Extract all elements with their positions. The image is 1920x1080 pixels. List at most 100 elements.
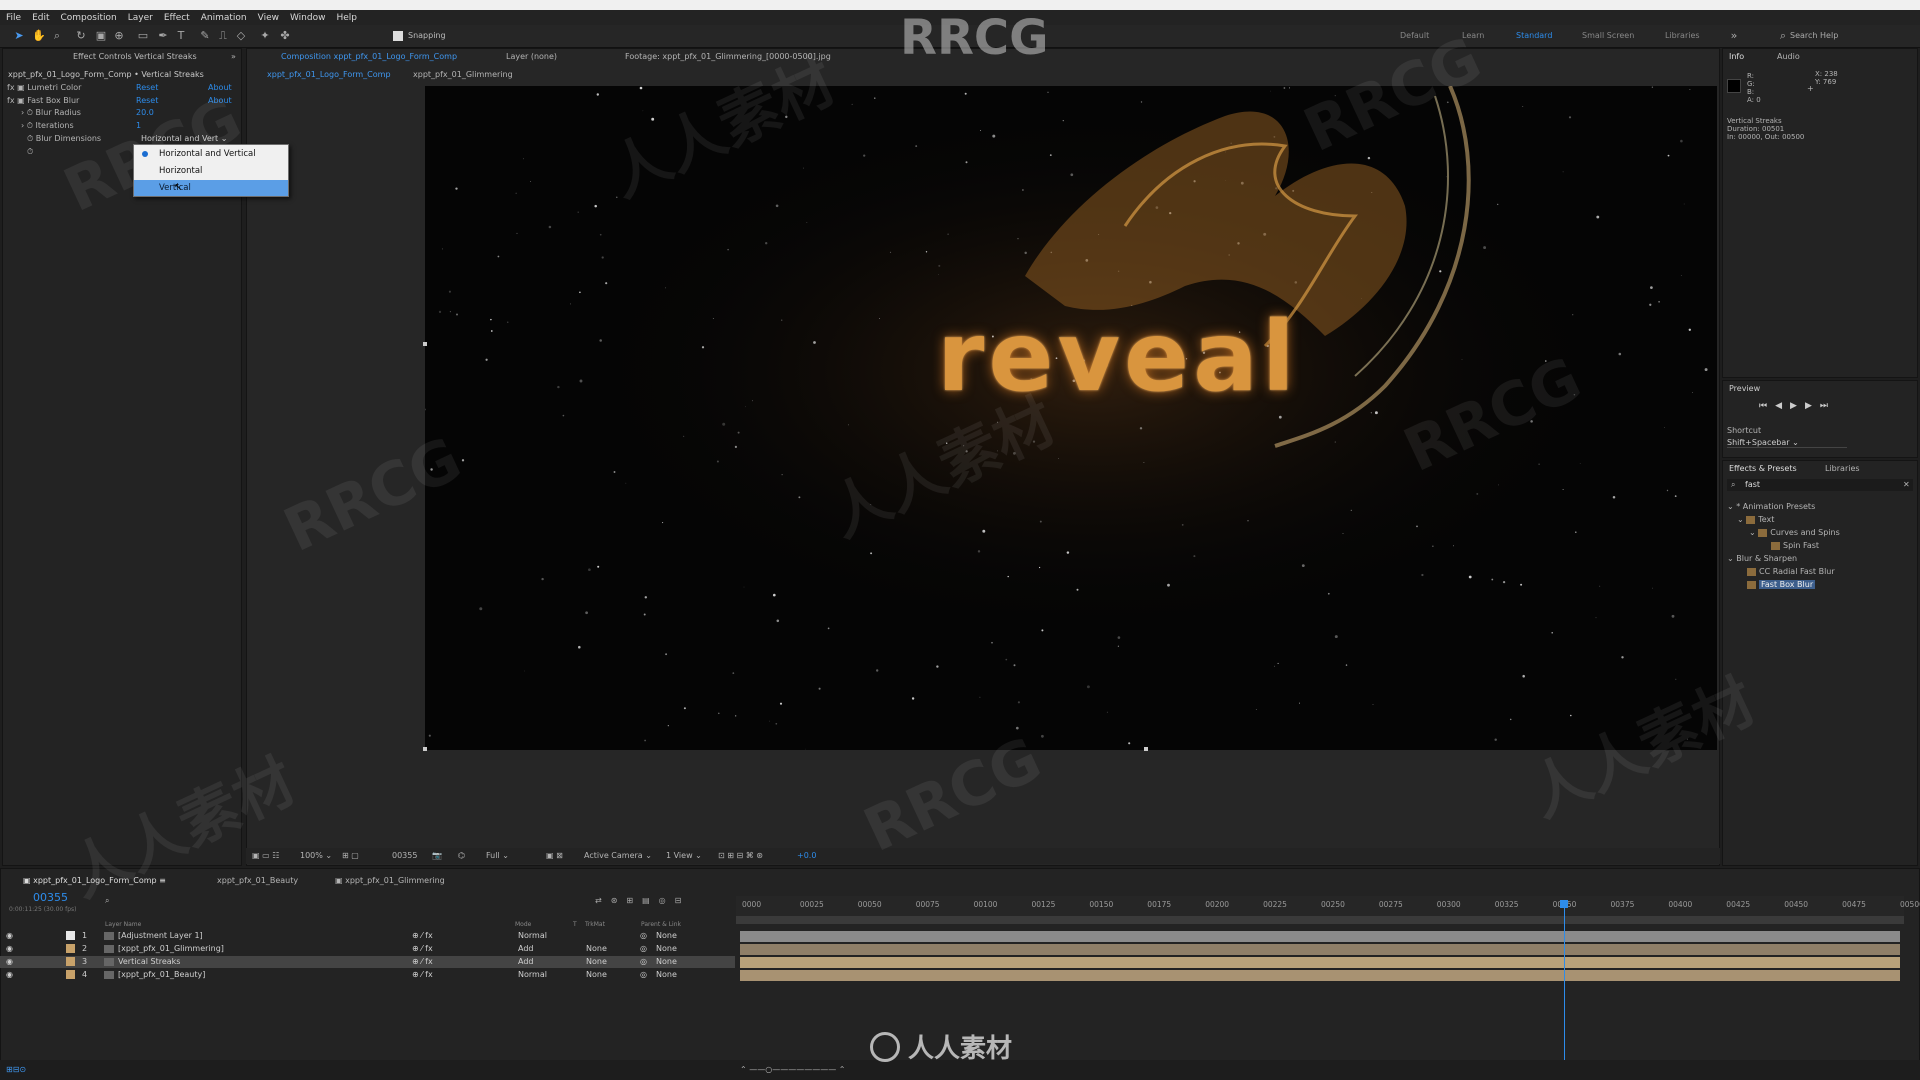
tree-item[interactable]: ⌄ Blur & Sharpen	[1727, 553, 1797, 564]
camera-tool-icon[interactable]: ▣	[94, 29, 108, 43]
playback-controls[interactable]: ⏮◀▶▶⏭	[1759, 401, 1836, 412]
timeline-current-time[interactable]: 00355	[33, 892, 68, 903]
menu-help[interactable]: Help	[336, 13, 357, 23]
layer-name[interactable]: [Adjustment Layer 1]	[118, 930, 203, 942]
workspace-default[interactable]: Default	[1400, 31, 1429, 40]
zoom-slider[interactable]: ⌃ ——○———————— ⌃	[740, 1064, 845, 1075]
layer-row[interactable]: ◉ 3 Vertical Streaks ⊕ ⁄ fx Add None ◎ None	[0, 956, 735, 968]
composition-viewer[interactable]: reveal	[425, 86, 1717, 750]
menu-animation[interactable]: Animation	[201, 13, 247, 23]
trkmat-select[interactable]: None	[586, 969, 607, 981]
trkmat-select[interactable]: None	[586, 956, 607, 968]
eye-icon[interactable]: ◉	[6, 956, 13, 968]
hand-tool-icon[interactable]: ✋	[32, 29, 46, 43]
composition-tab[interactable]: Composition xppt_pfx_01_Logo_Form_Comp	[281, 51, 457, 62]
trkmat-select[interactable]: None	[586, 943, 607, 955]
selection-tool-icon[interactable]: ➤	[12, 29, 26, 43]
about-link[interactable]: About	[208, 82, 232, 93]
blur-dimensions-select[interactable]: Horizontal and Vert ⌄	[141, 133, 227, 144]
libraries-tab[interactable]: Libraries	[1825, 463, 1860, 474]
mode-select[interactable]: Add	[518, 943, 534, 955]
tree-item[interactable]: CC Radial Fast Blur	[1747, 566, 1835, 577]
layer-row[interactable]: ◉ 1 [Adjustment Layer 1] ⊕ ⁄ fx Normal ◎ None	[0, 930, 735, 942]
pickwhip-icon[interactable]: ◎	[640, 956, 647, 968]
view-options-icons[interactable]: ⊡ ⊞ ⊟ ⌘ ⊛	[718, 850, 763, 861]
footage-tab[interactable]: Footage: xppt_pfx_01_Glimmering_[0000-05…	[625, 51, 831, 62]
layer-duration-bar[interactable]	[740, 944, 1900, 955]
eraser-tool-icon[interactable]: ◇	[234, 29, 248, 43]
layer-duration-bar[interactable]	[740, 957, 1900, 968]
dropdown-option-horizontal-and-vertical[interactable]: Horizontal and Vertical	[134, 146, 288, 162]
menu-edit[interactable]: Edit	[32, 13, 49, 23]
views-select[interactable]: 1 View ⌄	[666, 850, 702, 861]
close-icon[interactable]: ✕	[1903, 479, 1910, 490]
iterations-value[interactable]: 1	[136, 120, 141, 131]
label-color-swatch[interactable]	[66, 944, 75, 953]
effect-row-fast-box-blur[interactable]: fx ▣ Fast Box Blur	[7, 95, 79, 106]
timeline-switches-icons[interactable]: ⇄⊛⊞▤◎⊟	[595, 895, 690, 906]
fx-icon[interactable]: fx ▣	[7, 96, 27, 105]
layer-row[interactable]: ◉ 2 [xppt_pfx_01_Glimmering] ⊕ ⁄ fx Add None ◎…	[0, 943, 735, 955]
effect-row-lumetri[interactable]: fx ▣ Lumetri Color	[7, 82, 81, 93]
preview-tab[interactable]: Preview	[1729, 383, 1760, 394]
roi-icon[interactable]: ▣ ⊠	[546, 850, 563, 861]
timeline-tab-glimmering[interactable]: ▣ xppt_pfx_01_Glimmering	[335, 875, 445, 886]
playhead-handle[interactable]	[1560, 900, 1569, 908]
zoom-select[interactable]: 100% ⌄	[300, 850, 332, 861]
layer-name[interactable]: [xppt_pfx_01_Beauty]	[118, 969, 205, 981]
parent-select[interactable]: None	[656, 930, 677, 942]
layer-row[interactable]: ◉ 4 [xppt_pfx_01_Beauty] ⊕ ⁄ fx Normal None ◎ N…	[0, 969, 735, 981]
label-color-swatch[interactable]	[66, 931, 75, 940]
exposure-value[interactable]: +0.0	[797, 850, 816, 861]
menu-composition[interactable]: Composition	[61, 13, 117, 23]
repeat-edge-stopwatch-icon[interactable]: ⏱	[27, 146, 33, 157]
blur-radius-value[interactable]: 20.0	[136, 107, 154, 118]
reset-link[interactable]: Reset	[136, 95, 158, 106]
menu-effect[interactable]: Effect	[164, 13, 190, 23]
safe-areas-icon[interactable]: ⊞ ▢	[342, 850, 359, 861]
brush-tool-icon[interactable]: ✎	[198, 29, 212, 43]
tree-item[interactable]: ⌄ Text	[1737, 514, 1774, 525]
panel-menu-icon[interactable]: »	[231, 51, 236, 62]
switches-icon[interactable]: ⊕ ⁄ fx	[412, 956, 433, 968]
layer-handle[interactable]	[1144, 747, 1148, 751]
always-preview-icon[interactable]: ▣ ▭ ☷	[252, 850, 279, 861]
snapshot-icon[interactable]: 📷	[432, 850, 442, 861]
about-link[interactable]: About	[208, 95, 232, 106]
effects-presets-tab[interactable]: Effects & Presets	[1729, 463, 1797, 474]
dropdown-option-vertical[interactable]: Vertical	[134, 180, 288, 196]
pickwhip-icon[interactable]: ◎	[640, 969, 647, 981]
workspace-learn[interactable]: Learn	[1462, 31, 1484, 40]
mode-select[interactable]: Add	[518, 956, 534, 968]
fx-icon[interactable]: fx ▣	[7, 83, 27, 92]
menu-file[interactable]: File	[6, 13, 21, 23]
mode-select[interactable]: Normal	[518, 969, 547, 981]
type-tool-icon[interactable]: T	[174, 29, 188, 43]
puppet-pin-tool-icon[interactable]: ✤	[278, 29, 292, 43]
layer-duration-bar[interactable]	[740, 970, 1900, 981]
zoom-tool-icon[interactable]: ⌕	[50, 29, 64, 43]
layer-name[interactable]: Vertical Streaks	[118, 956, 180, 968]
dropdown-option-horizontal[interactable]: Horizontal	[134, 163, 288, 179]
layer-handle[interactable]	[423, 342, 427, 346]
shortcut-select[interactable]: Shift+Spacebar ⌄	[1727, 437, 1847, 448]
pickwhip-icon[interactable]: ◎	[640, 943, 647, 955]
workspace-small-screen[interactable]: Small Screen	[1582, 31, 1634, 40]
menu-layer[interactable]: Layer	[128, 13, 153, 23]
tree-item[interactable]: ⌄ * Animation Presets	[1727, 501, 1815, 512]
layer-tab[interactable]: Layer (none)	[506, 51, 557, 62]
parent-select[interactable]: None	[656, 943, 677, 955]
effects-search-input[interactable]: ⌕ fast ✕	[1727, 479, 1913, 491]
workspace-standard[interactable]: Standard	[1516, 31, 1552, 40]
eye-icon[interactable]: ◉	[6, 930, 13, 942]
eye-icon[interactable]: ◉	[6, 969, 13, 981]
label-color-swatch[interactable]	[66, 957, 75, 966]
tree-item-selected[interactable]: Fast Box Blur	[1747, 579, 1816, 590]
menu-view[interactable]: View	[258, 13, 279, 23]
pickwhip-icon[interactable]: ◎	[640, 930, 647, 942]
resolution-select[interactable]: Full ⌄	[486, 850, 509, 861]
timeline-tab-beauty[interactable]: xppt_pfx_01_Beauty	[217, 875, 298, 886]
parent-select[interactable]: None	[656, 969, 677, 981]
rotate-tool-icon[interactable]: ↻	[74, 29, 88, 43]
roto-brush-tool-icon[interactable]: ✦	[258, 29, 272, 43]
